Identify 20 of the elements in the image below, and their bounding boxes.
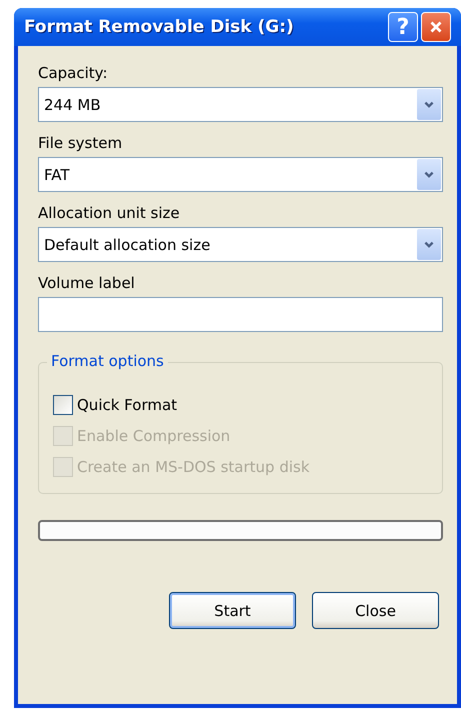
checkbox-label[interactable]: Quick Format <box>77 396 178 414</box>
checkbox-label: Create an MS-DOS startup disk <box>77 458 310 476</box>
field-label: Capacity: <box>38 63 109 84</box>
checkbox[interactable] <box>53 394 73 414</box>
field-label: Allocation unit size <box>38 203 181 224</box>
field-label: Volume label <box>38 273 136 294</box>
dropdown[interactable]: 244 MB <box>38 87 443 122</box>
close-button[interactable] <box>421 12 451 42</box>
field-label: File system <box>38 133 124 154</box>
dialog-button[interactable]: Close <box>312 592 439 629</box>
text-input-field[interactable] <box>38 297 443 332</box>
checkbox-label: Enable Compression <box>77 426 230 444</box>
dropdown-value: FAT <box>44 166 70 184</box>
group-title: Format options <box>47 352 168 370</box>
dropdown[interactable]: Default allocation size <box>38 227 443 262</box>
dialog-button[interactable]: Start <box>169 592 296 629</box>
dropdown[interactable]: FAT <box>38 157 443 192</box>
window-title: Format Removable Disk (G:) <box>24 17 294 37</box>
dropdown-value: Default allocation size <box>44 236 210 254</box>
dropdown-value: 244 MB <box>44 96 101 114</box>
